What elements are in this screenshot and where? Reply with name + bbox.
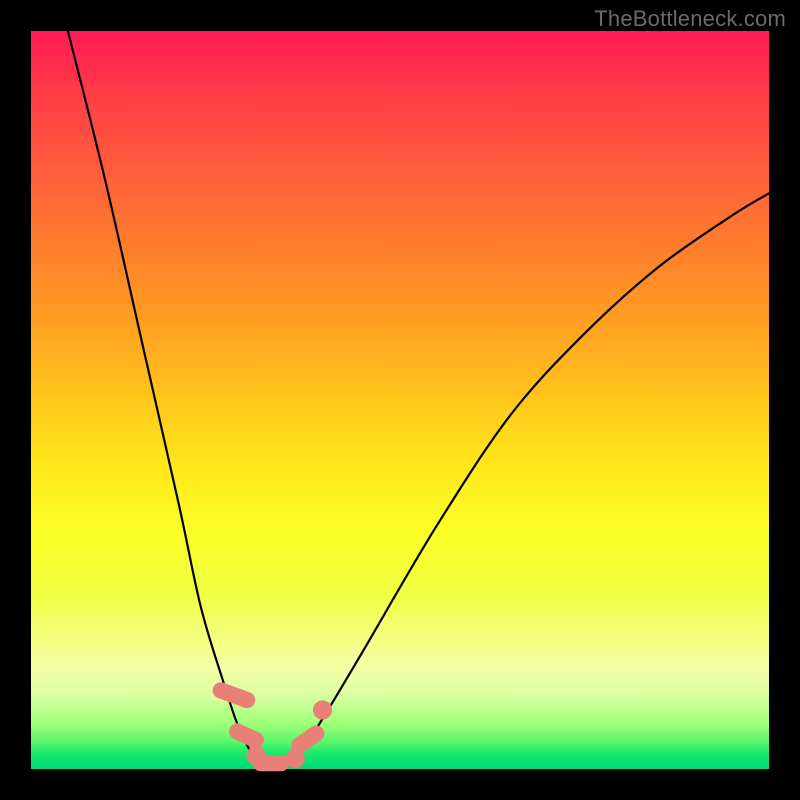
marker-segment bbox=[252, 755, 289, 771]
plot-area bbox=[31, 31, 769, 769]
watermark-text: TheBottleneck.com bbox=[594, 6, 786, 32]
chart-frame: TheBottleneck.com bbox=[0, 0, 800, 800]
marker-layer bbox=[210, 680, 332, 771]
bottleneck-curve bbox=[68, 31, 769, 771]
marker-dot bbox=[313, 700, 332, 719]
curve-layer bbox=[31, 31, 769, 769]
marker-segment bbox=[210, 680, 257, 710]
